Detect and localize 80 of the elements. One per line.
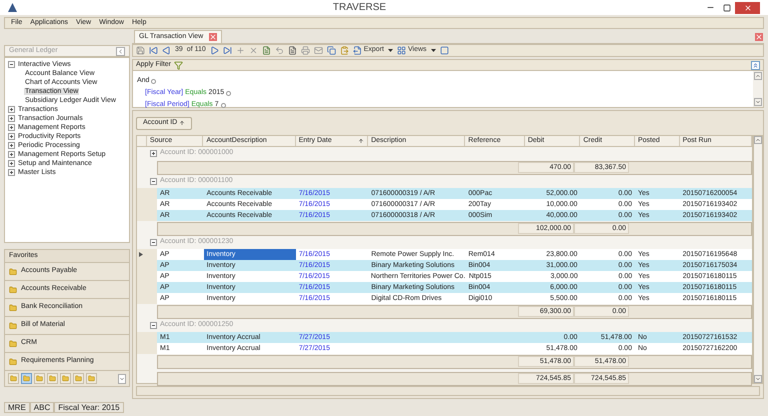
expand-icon[interactable] — [8, 124, 15, 131]
folder-icon — [9, 304, 17, 312]
folder-icon — [9, 322, 17, 330]
grid-icon — [396, 46, 406, 55]
window-icon[interactable] — [440, 46, 449, 55]
folder-icon — [9, 340, 17, 348]
folder-icon — [36, 375, 43, 382]
shortcut-button[interactable] — [73, 373, 84, 384]
folder-icon — [88, 375, 95, 382]
expand-icon[interactable] — [150, 150, 157, 157]
folder-icon — [10, 375, 17, 382]
status-item: MRE — [4, 402, 30, 413]
collapse-icon[interactable] — [150, 322, 157, 329]
dropdown-icon — [388, 49, 393, 52]
expand-icon[interactable] — [8, 106, 15, 113]
app-logo-icon — [8, 3, 17, 12]
close-button[interactable] — [735, 2, 760, 14]
collapse-icon[interactable] — [8, 61, 15, 68]
window-title: TRAVERSE — [332, 1, 388, 15]
row-header[interactable] — [137, 249, 157, 260]
collapse-icon[interactable] — [150, 178, 157, 185]
close-icon — [744, 4, 752, 12]
maximize-icon[interactable] — [723, 4, 731, 12]
folder-icon — [9, 286, 17, 294]
chevron-left-icon — [117, 48, 124, 54]
sort-ascending-icon — [358, 138, 364, 144]
close-icon[interactable] — [755, 33, 763, 41]
last-icon[interactable] — [222, 46, 232, 55]
folder-icon — [9, 268, 17, 276]
previous-icon[interactable] — [162, 46, 171, 55]
expand-icon[interactable] — [8, 142, 15, 149]
shortcut-button[interactable] — [8, 373, 19, 384]
collapse-icon[interactable] — [751, 60, 760, 70]
document-icon[interactable] — [262, 46, 271, 55]
scroll-up-icon[interactable] — [754, 136, 762, 144]
copy-icon[interactable] — [326, 46, 336, 55]
shortcut-button[interactable] — [86, 373, 97, 384]
folder-icon — [75, 375, 82, 382]
shortcut-button[interactable] — [21, 373, 32, 384]
shortcut-button[interactable] — [60, 373, 71, 384]
collapse-icon[interactable] — [150, 239, 157, 246]
status-item: ABC — [30, 402, 54, 413]
add-condition-icon[interactable] — [151, 78, 156, 84]
expand-icon[interactable] — [8, 133, 15, 140]
more-icon[interactable] — [118, 374, 126, 384]
folder-icon — [62, 375, 69, 382]
current-row-icon — [139, 252, 143, 257]
scrollbar[interactable] — [753, 135, 763, 384]
expand-icon[interactable] — [8, 169, 15, 176]
shortcut-button[interactable] — [47, 373, 58, 384]
folder-icon — [9, 358, 17, 366]
expand-icon[interactable] — [8, 151, 15, 158]
dropdown-icon — [430, 49, 436, 52]
next-icon[interactable] — [210, 46, 219, 55]
add-icon[interactable] — [236, 46, 245, 55]
save-icon[interactable] — [136, 46, 145, 55]
expand-icon[interactable] — [8, 160, 15, 167]
first-icon[interactable] — [149, 46, 158, 55]
delete-icon[interactable] — [248, 46, 258, 55]
preview-icon[interactable] — [288, 46, 297, 55]
undo-icon[interactable] — [274, 46, 284, 55]
expand-icon[interactable] — [8, 115, 15, 122]
remove-condition-icon[interactable] — [226, 90, 232, 96]
sort-ascending-icon — [179, 120, 186, 126]
print-icon[interactable] — [300, 46, 310, 55]
tab-close-icon[interactable] — [209, 33, 218, 41]
scrollbar[interactable] — [753, 71, 763, 107]
remove-condition-icon[interactable] — [220, 102, 226, 108]
scroll-down-icon[interactable] — [754, 98, 762, 106]
folder-icon — [23, 375, 30, 382]
status-item: Fiscal Year: 2015 — [54, 402, 124, 413]
scroll-up-icon[interactable] — [754, 72, 762, 80]
folder-icon — [49, 375, 56, 382]
filter-icon[interactable] — [174, 60, 184, 70]
mail-icon[interactable] — [314, 46, 323, 55]
export-icon — [352, 46, 362, 55]
paste-icon[interactable] — [340, 46, 349, 55]
shortcut-button[interactable] — [34, 373, 45, 384]
scroll-down-icon[interactable] — [754, 375, 762, 383]
collapse-button[interactable] — [116, 46, 125, 56]
